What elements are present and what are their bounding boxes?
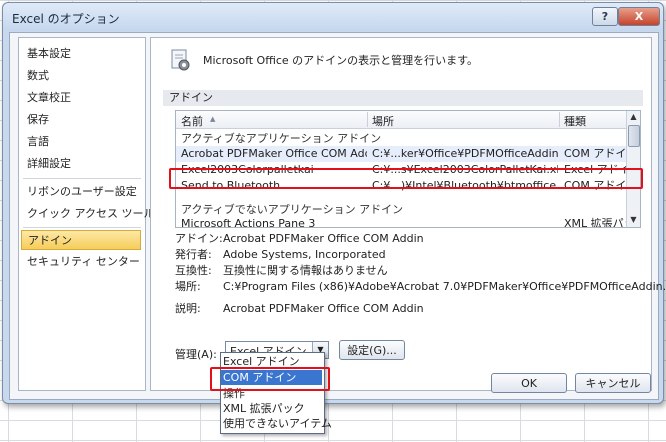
close-button[interactable]: X xyxy=(618,7,660,26)
addins-panel: Microsoft Office のアドインの表示と管理を行います。 アドイン … xyxy=(150,37,666,391)
scroll-thumb[interactable] xyxy=(628,125,640,147)
detail-addin: アドイン:Acrobat PDFMaker Office COM Addin xyxy=(175,230,424,246)
manage-dropdown-list[interactable]: Excel アドイン COM アドイン 操作 XML 拡張パック 使用できないア… xyxy=(220,352,332,434)
dialog-body: 基本設定 数式 文章校正 保存 言語 詳細設定 リボンのユーザー設定 クイック … xyxy=(9,32,666,400)
options-nav: 基本設定 数式 文章校正 保存 言語 詳細設定 リボンのユーザー設定 クイック … xyxy=(18,37,180,391)
nav-item-basic[interactable]: 基本設定 xyxy=(21,44,141,64)
column-divider xyxy=(559,112,560,127)
nav-item-addins[interactable]: アドイン xyxy=(21,230,141,250)
nav-item-advanced[interactable]: 詳細設定 xyxy=(21,154,141,174)
detail-value: Adobe Systems, Incorporated xyxy=(223,248,386,261)
sort-ascending-icon: ▲ xyxy=(210,115,216,123)
group-heading-inactive: アクティブでないアプリケーション アドイン xyxy=(181,203,404,216)
excel-options-dialog: Excel のオプション ? X 基本設定 数式 文章校正 保存 言語 詳細設定… xyxy=(2,2,666,404)
help-button[interactable]: ? xyxy=(592,7,618,26)
table-row[interactable]: Acrobat PDFMaker Office COM Addin C:¥...… xyxy=(176,146,626,162)
detail-label: アドイン: xyxy=(175,232,223,245)
nav-divider xyxy=(23,178,141,179)
detail-label: 場所: xyxy=(175,280,201,293)
nav-item-customize-ribbon[interactable]: リボンのユーザー設定 xyxy=(21,182,141,202)
cancel-button[interactable]: キャンセル xyxy=(575,373,651,393)
list-header: 名前 ▲ 場所 種類 xyxy=(176,111,626,129)
column-divider xyxy=(367,112,368,127)
nav-item-save[interactable]: 保存 xyxy=(21,110,141,130)
nav-item-language[interactable]: 言語 xyxy=(21,132,141,152)
detail-value: C:¥Program Files (x86)¥Adobe¥Acrobat 7.0… xyxy=(223,280,666,293)
dropdown-option-xml-expansion[interactable]: XML 拡張パック xyxy=(221,401,322,416)
detail-value: 互換性に関する情報はありません xyxy=(223,264,388,277)
detail-value: Acrobat PDFMaker Office COM Addin xyxy=(223,232,424,245)
addin-type: COM アドイン xyxy=(564,147,626,160)
manage-label: 管理(A): xyxy=(175,348,217,361)
column-header-name[interactable]: 名前 xyxy=(181,113,203,129)
column-header-location[interactable]: 場所 xyxy=(372,113,394,129)
addin-gear-document-icon xyxy=(171,49,190,71)
nav-item-quick-access-toolbar[interactable]: クイック アクセス ツール バー xyxy=(21,204,180,224)
panel-heading: Microsoft Office のアドインの表示と管理を行います。 xyxy=(203,54,479,67)
nav-item-trust-center[interactable]: セキュリティ センター xyxy=(21,252,141,272)
detail-compatibility: 互換性: 互換性に関する情報はありません xyxy=(175,262,388,278)
title-bar[interactable]: Excel のオプション ? X xyxy=(3,3,663,31)
addin-location: C:¥...ker¥Office¥PDFMOfficeAddin.dll xyxy=(372,147,558,160)
detail-label: 互換性: xyxy=(175,264,212,277)
nav-item-proofing[interactable]: 文章校正 xyxy=(21,88,141,108)
addin-name: Acrobat PDFMaker Office COM Addin xyxy=(181,147,367,160)
detail-description: 説明: Acrobat PDFMaker Office COM Addin xyxy=(175,300,424,316)
detail-location: 場所: C:¥Program Files (x86)¥Adobe¥Acrobat … xyxy=(175,278,666,294)
highlight-box xyxy=(210,367,330,391)
dropdown-option-disabled-items[interactable]: 使用できないアイテム xyxy=(221,416,332,431)
addin-type: XML 拡張パック xyxy=(564,217,626,228)
detail-label: 説明: xyxy=(175,302,201,315)
nav-item-formulas[interactable]: 数式 xyxy=(21,66,141,86)
scroll-down-icon[interactable]: ▼ xyxy=(629,215,638,224)
detail-value: Acrobat PDFMaker Office COM Addin xyxy=(223,302,424,315)
column-header-type[interactable]: 種類 xyxy=(564,113,586,129)
table-row[interactable]: Microsoft Actions Pane 3 XML 拡張パック xyxy=(176,216,626,228)
go-button[interactable]: 設定(G)... xyxy=(339,340,405,360)
addin-name: Microsoft Actions Pane 3 xyxy=(181,217,316,228)
ok-button[interactable]: OK xyxy=(491,373,567,393)
detail-publisher: 発行者: Adobe Systems, Incorporated xyxy=(175,246,386,262)
nav-divider xyxy=(23,227,141,228)
section-title: アドイン xyxy=(163,90,643,106)
detail-label: 発行者: xyxy=(175,248,212,261)
highlight-box xyxy=(169,168,643,189)
scroll-up-icon[interactable]: ▲ xyxy=(629,112,638,121)
group-heading-active: アクティブなアプリケーション アドイン xyxy=(181,132,382,145)
dialog-title: Excel のオプション xyxy=(12,12,120,26)
